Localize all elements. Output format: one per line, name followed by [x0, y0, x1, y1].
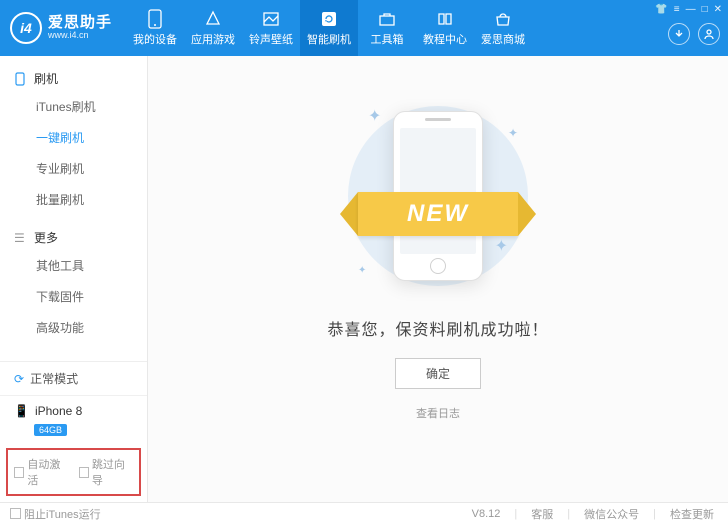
nav-label: 铃声壁纸 — [249, 31, 293, 47]
sidebar-item-itunes-flash[interactable]: iTunes刷机 — [36, 91, 147, 122]
highlighted-options: 自动激活 跳过向导 — [6, 448, 141, 496]
checkbox-label: 跳过向导 — [92, 456, 133, 488]
checkbox-label: 自动激活 — [27, 456, 68, 488]
nav-tutorials[interactable]: 教程中心 — [416, 0, 474, 56]
nav-my-device[interactable]: 我的设备 — [126, 0, 184, 56]
sidebar-item-batch-flash[interactable]: 批量刷机 — [36, 184, 147, 215]
success-message: 恭喜您，保资料刷机成功啦！ — [327, 316, 548, 340]
toolbox-icon — [377, 9, 397, 29]
device-name: iPhone 8 — [35, 404, 82, 418]
section-title: 更多 — [34, 229, 58, 246]
success-illustration: ✦ ✦ ✦ ✦ NEW — [338, 96, 538, 296]
skin-icon[interactable]: 👕 — [655, 4, 667, 15]
wallpaper-icon — [261, 9, 281, 29]
checkbox-label: 阻止iTunes运行 — [24, 506, 101, 522]
view-log-link[interactable]: 查看日志 — [416, 405, 460, 421]
nav-ringtones[interactable]: 铃声壁纸 — [242, 0, 300, 56]
app-logo: i4 爱思助手 www.i4.cn — [0, 12, 126, 44]
nav-label: 我的设备 — [133, 31, 177, 47]
store-icon — [493, 9, 513, 29]
top-nav: 我的设备 应用游戏 铃声壁纸 智能刷机 工具箱 教程中心 爱思商城 — [126, 0, 532, 56]
sidebar-item-other-tools[interactable]: 其他工具 — [36, 250, 147, 281]
nav-toolbox[interactable]: 工具箱 — [358, 0, 416, 56]
app-url: www.i4.cn — [48, 31, 112, 41]
sidebar-section-more: ☰ 更多 — [0, 225, 147, 250]
update-link[interactable]: 检查更新 — [666, 506, 718, 522]
nav-store[interactable]: 爱思商城 — [474, 0, 532, 56]
sidebar: 刷机 iTunes刷机 一键刷机 专业刷机 批量刷机 ☰ 更多 其他工具 下载固… — [0, 56, 148, 502]
phone-icon — [145, 9, 165, 29]
section-title: 刷机 — [34, 70, 58, 87]
mode-row[interactable]: ⟳ 正常模式 — [0, 362, 147, 395]
nav-label: 教程中心 — [423, 31, 467, 47]
flash-icon — [14, 72, 28, 86]
nav-label: 智能刷机 — [307, 31, 351, 47]
sidebar-item-pro-flash[interactable]: 专业刷机 — [36, 153, 147, 184]
device-icon: 📱 — [14, 404, 29, 418]
nav-flash[interactable]: 智能刷机 — [300, 0, 358, 56]
auto-activate-checkbox[interactable]: 自动激活 — [14, 456, 69, 488]
nav-apps[interactable]: 应用游戏 — [184, 0, 242, 56]
storage-badge: 64GB — [34, 424, 67, 436]
ok-button[interactable]: 确定 — [395, 358, 481, 389]
user-button[interactable] — [698, 23, 720, 45]
download-button[interactable] — [668, 23, 690, 45]
mode-icon: ⟳ — [14, 372, 24, 386]
block-itunes-checkbox[interactable]: 阻止iTunes运行 — [10, 506, 101, 522]
more-icon: ☰ — [14, 231, 28, 245]
logo-mark: i4 — [10, 12, 42, 44]
nav-label: 工具箱 — [371, 31, 404, 47]
sidebar-item-download-firmware[interactable]: 下载固件 — [36, 281, 147, 312]
apps-icon — [203, 9, 223, 29]
refresh-icon — [319, 9, 339, 29]
header: i4 爱思助手 www.i4.cn 我的设备 应用游戏 铃声壁纸 智能刷机 工具… — [0, 0, 728, 56]
nav-label: 爱思商城 — [481, 31, 525, 47]
mode-label: 正常模式 — [30, 370, 78, 387]
ribbon-text: NEW — [358, 192, 518, 236]
wechat-link[interactable]: 微信公众号 — [580, 506, 643, 522]
skip-guide-checkbox[interactable]: 跳过向导 — [79, 456, 134, 488]
main-content: ✦ ✦ ✦ ✦ NEW 恭喜您，保资料刷机成功啦！ 确定 查看日志 — [148, 56, 728, 502]
footer: 阻止iTunes运行 V8.12| 客服| 微信公众号| 检查更新 — [0, 502, 728, 524]
sidebar-item-oneclick-flash[interactable]: 一键刷机 — [36, 122, 147, 153]
version-label: V8.12 — [468, 508, 505, 520]
app-name: 爱思助手 — [48, 15, 112, 32]
sidebar-section-flash: 刷机 — [0, 66, 147, 91]
sidebar-item-advanced[interactable]: 高级功能 — [36, 312, 147, 343]
nav-label: 应用游戏 — [191, 31, 235, 47]
book-icon — [435, 9, 455, 29]
support-link[interactable]: 客服 — [527, 506, 557, 522]
device-row[interactable]: 📱 iPhone 8 64GB — [0, 395, 147, 444]
